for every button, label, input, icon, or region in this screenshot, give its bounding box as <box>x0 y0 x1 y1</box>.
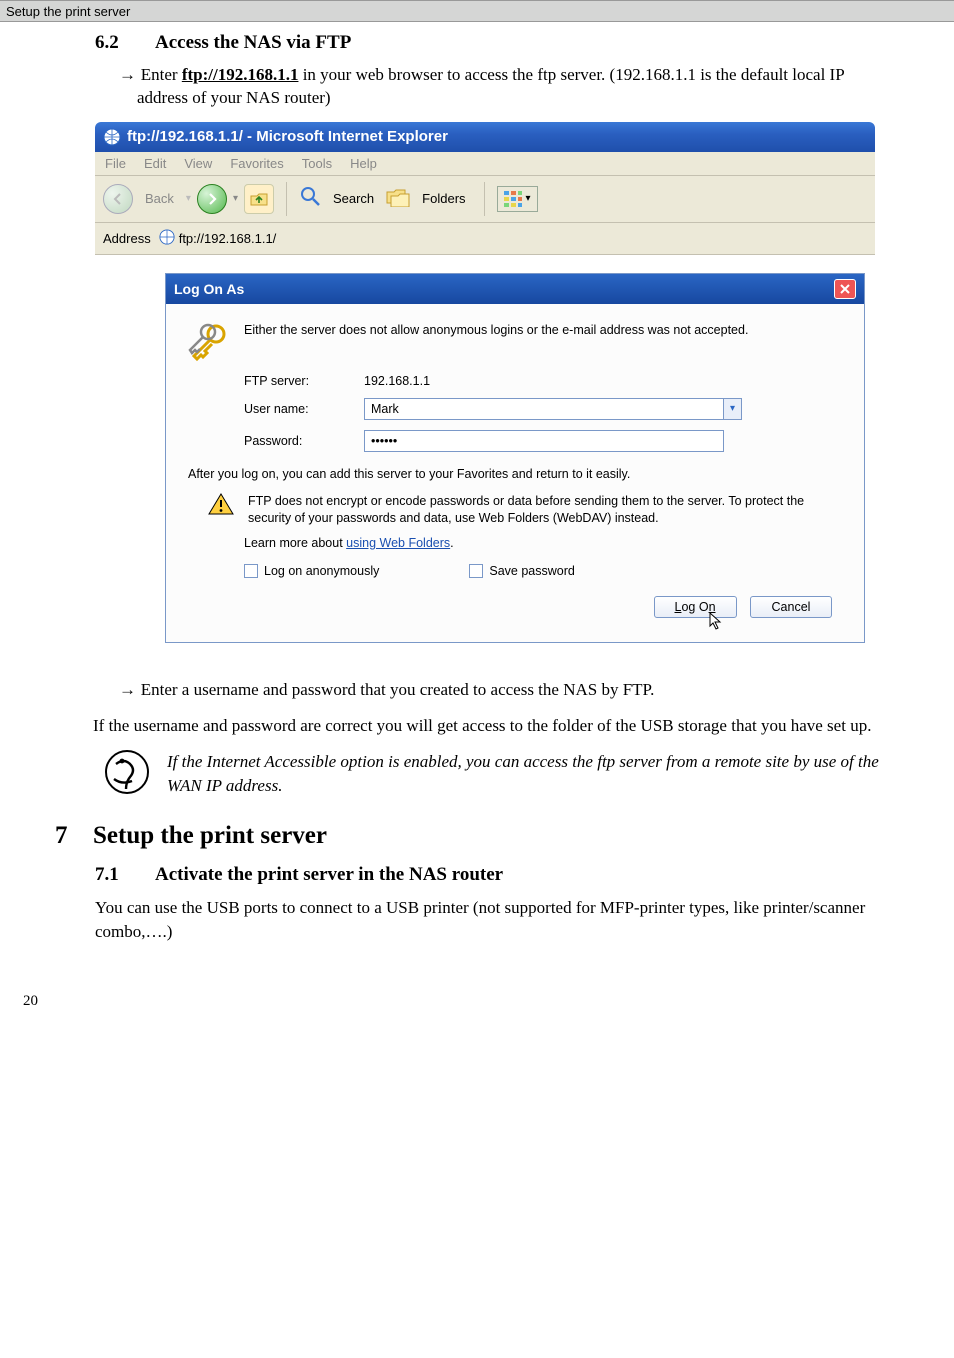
folders-icon[interactable] <box>386 187 410 210</box>
menu-favorites[interactable]: Favorites <box>230 156 283 171</box>
dialog-body: Either the server does not allow anonymo… <box>166 304 864 643</box>
password-input[interactable] <box>364 430 724 452</box>
ftp-url-link[interactable]: ftp://192.168.1.1 <box>182 65 299 84</box>
paragraph-access: If the username and password are correct… <box>93 714 894 738</box>
tip-text: If the Internet Accessible option is ena… <box>167 750 894 798</box>
learn-more-link[interactable]: using Web Folders <box>346 536 450 550</box>
heading-7: 7Setup the print server <box>55 822 894 850</box>
heading-text: Setup the print server <box>93 822 327 849</box>
forward-icon[interactable] <box>197 184 227 214</box>
ie-content-area: Log On As <box>95 255 875 662</box>
logon-dialog: Log On As <box>165 273 865 644</box>
heading-7-1: 7.1Activate the print server in the NAS … <box>95 864 894 886</box>
views-grid-icon <box>504 191 522 207</box>
ie-title-text: ftp://192.168.1.1/ - Microsoft Internet … <box>127 128 448 145</box>
ie-toolbar: Back ▾ ▾ Search Folders ▾ <box>95 176 875 223</box>
password-label: Password: <box>244 434 364 448</box>
heading-num: 7 <box>55 822 93 850</box>
heading-6-2: 6.2Access the NAS via FTP <box>95 32 894 54</box>
warning-icon <box>208 493 234 515</box>
back-icon[interactable] <box>103 184 133 214</box>
ftp-server-value: 192.168.1.1 <box>364 374 430 388</box>
paragraph-printer: You can use the USB ports to connect to … <box>95 896 894 944</box>
learn-more-line: Learn more about using Web Folders. <box>244 536 842 550</box>
ie-titlebar: ftp://192.168.1.1/ - Microsoft Internet … <box>95 122 875 152</box>
arrow-icon: → <box>119 680 141 699</box>
ftp-globe-icon <box>103 128 121 146</box>
keys-icon <box>188 322 228 362</box>
savepass-checkbox-label[interactable]: Save password <box>469 564 574 579</box>
folders-button[interactable]: Folders <box>416 189 471 208</box>
heading-text: Access the NAS via FTP <box>155 32 351 53</box>
after-logon-text: After you log on, you can add this serve… <box>188 466 842 483</box>
close-button[interactable] <box>834 279 856 299</box>
address-value[interactable]: ftp://192.168.1.1/ <box>179 231 277 246</box>
breadcrumb: Setup the print server <box>6 4 130 19</box>
username-input[interactable] <box>364 398 724 420</box>
page-header: Setup the print server <box>0 0 954 22</box>
arrow-icon: → <box>119 65 141 84</box>
address-label: Address <box>103 231 151 246</box>
savepass-text: Save password <box>489 564 574 578</box>
menu-tools[interactable]: Tools <box>302 156 332 171</box>
anon-text: Log on anonymously <box>264 564 379 578</box>
menu-file[interactable]: File <box>105 156 126 171</box>
dialog-titlebar: Log On As <box>166 274 864 304</box>
chevron-down-icon: ▾ <box>526 193 531 204</box>
anon-checkbox[interactable] <box>244 564 258 578</box>
ie-address-bar: Address ftp://192.168.1.1/ <box>95 223 875 255</box>
dialog-message: Either the server does not allow anonymo… <box>244 322 748 340</box>
ftp-globe-icon <box>159 229 175 248</box>
back-caret-icon[interactable]: ▾ <box>186 193 191 204</box>
tip-icon <box>105 750 149 794</box>
menu-view[interactable]: View <box>184 156 212 171</box>
instr-prefix: Enter <box>141 65 182 84</box>
learn-suffix: . <box>450 536 453 550</box>
anon-checkbox-label[interactable]: Log on anonymously <box>244 564 379 579</box>
ftp-server-label: FTP server: <box>244 374 364 388</box>
menu-help[interactable]: Help <box>350 156 377 171</box>
username-label: User name: <box>244 402 364 416</box>
instr-text: Enter a username and password that you c… <box>141 680 655 699</box>
heading-text: Activate the print server in the NAS rou… <box>155 864 503 885</box>
warning-text: FTP does not encrypt or encode passwords… <box>248 493 842 528</box>
separator <box>286 182 287 216</box>
separator <box>484 182 485 216</box>
ie-window: ftp://192.168.1.1/ - Microsoft Internet … <box>95 122 875 662</box>
views-button[interactable]: ▾ <box>497 186 538 212</box>
search-icon[interactable] <box>299 185 321 213</box>
instruction-enter-ftp: → Enter ftp://192.168.1.1 in your web br… <box>119 64 894 110</box>
learn-prefix: Learn more about <box>244 536 346 550</box>
fwd-caret-icon[interactable]: ▾ <box>233 193 238 204</box>
page-number: 20 <box>23 993 894 1010</box>
menu-edit[interactable]: Edit <box>144 156 166 171</box>
cursor-icon <box>709 612 723 633</box>
dialog-title-text: Log On As <box>174 281 244 297</box>
savepass-checkbox[interactable] <box>469 564 483 578</box>
heading-num: 7.1 <box>95 864 155 886</box>
heading-num: 6.2 <box>95 32 155 54</box>
chevron-down-icon[interactable]: ▾ <box>724 398 742 420</box>
tip-row: If the Internet Accessible option is ena… <box>105 750 894 798</box>
search-button[interactable]: Search <box>327 189 380 208</box>
back-button[interactable]: Back <box>139 189 180 208</box>
ie-menubar: File Edit View Favorites Tools Help <box>95 152 875 176</box>
logon-button[interactable]: Log On <box>654 596 737 618</box>
instruction-enter-credentials: → Enter a username and password that you… <box>119 679 894 702</box>
up-folder-icon[interactable] <box>244 184 274 214</box>
cancel-button[interactable]: Cancel <box>750 596 832 618</box>
